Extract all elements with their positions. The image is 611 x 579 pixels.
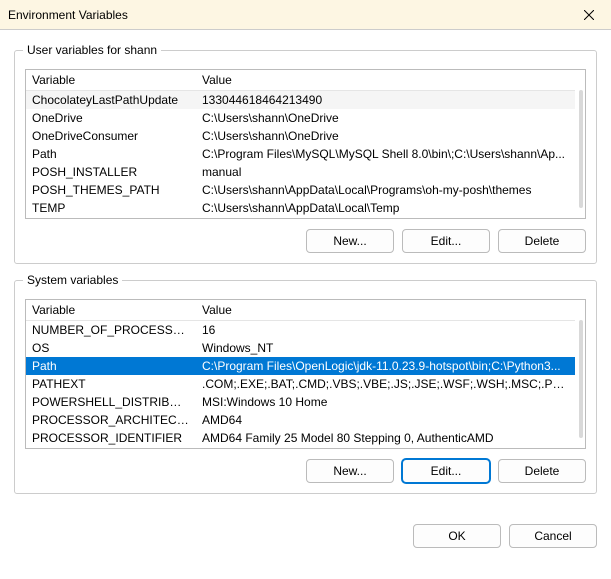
dialog-button-row: OK Cancel bbox=[0, 508, 611, 564]
scrollbar[interactable] bbox=[579, 320, 583, 438]
column-header-value[interactable]: Value bbox=[196, 70, 575, 91]
cell-variable: NUMBER_OF_PROCESSORS bbox=[26, 321, 196, 340]
user-button-row: New... Edit... Delete bbox=[25, 229, 586, 253]
close-button[interactable] bbox=[566, 0, 611, 30]
cell-variable: OneDrive bbox=[26, 109, 196, 127]
cell-variable: PROCESSOR_IDENTIFIER bbox=[26, 429, 196, 447]
user-variables-table: Variable Value ChocolateyLastPathUpdate … bbox=[26, 70, 575, 217]
cell-value: C:\Users\shann\AppData\Local\Programs\oh… bbox=[196, 181, 575, 199]
cell-value: manual bbox=[196, 163, 575, 181]
cell-value: .COM;.EXE;.BAT;.CMD;.VBS;.VBE;.JS;.JSE;.… bbox=[196, 375, 575, 393]
cell-value: Windows_NT bbox=[196, 339, 575, 357]
user-variables-list[interactable]: Variable Value ChocolateyLastPathUpdate … bbox=[25, 69, 586, 219]
system-edit-button[interactable]: Edit... bbox=[402, 459, 490, 483]
cell-value: C:\Program Files\OpenLogic\jdk-11.0.23.9… bbox=[196, 357, 575, 375]
column-header-value[interactable]: Value bbox=[196, 300, 575, 321]
cell-value: AMD64 Family 25 Model 80 Stepping 0, Aut… bbox=[196, 429, 575, 447]
user-new-button[interactable]: New... bbox=[306, 229, 394, 253]
table-row[interactable]: POWERSHELL_DISTRIBUTIO... MSI:Windows 10… bbox=[26, 393, 575, 411]
table-row[interactable]: OneDrive C:\Users\shann\OneDrive bbox=[26, 109, 575, 127]
cell-value: 133044618464213490 bbox=[196, 91, 575, 110]
cell-value: C:\Users\shann\AppData\Local\Temp bbox=[196, 199, 575, 217]
system-variables-group: System variables Variable Value NUMBER_O… bbox=[14, 280, 597, 494]
cell-variable: Path bbox=[26, 357, 196, 375]
cell-value: C:\Users\shann\OneDrive bbox=[196, 127, 575, 145]
system-variables-list[interactable]: Variable Value NUMBER_OF_PROCESSORS 16 O… bbox=[25, 299, 586, 449]
cell-variable: PROCESSOR_ARCHITECTURE bbox=[26, 411, 196, 429]
table-row[interactable]: Path C:\Program Files\MySQL\MySQL Shell … bbox=[26, 145, 575, 163]
system-button-row: New... Edit... Delete bbox=[25, 459, 586, 483]
close-icon bbox=[584, 10, 594, 20]
cell-variable: ChocolateyLastPathUpdate bbox=[26, 91, 196, 110]
cell-value: AMD64 bbox=[196, 411, 575, 429]
cancel-button[interactable]: Cancel bbox=[509, 524, 597, 548]
cell-variable: OneDriveConsumer bbox=[26, 127, 196, 145]
column-header-variable[interactable]: Variable bbox=[26, 300, 196, 321]
table-row[interactable]: OneDriveConsumer C:\Users\shann\OneDrive bbox=[26, 127, 575, 145]
cell-variable: POSH_INSTALLER bbox=[26, 163, 196, 181]
cell-value: C:\Users\shann\OneDrive bbox=[196, 109, 575, 127]
cell-variable: Path bbox=[26, 145, 196, 163]
user-edit-button[interactable]: Edit... bbox=[402, 229, 490, 253]
ok-button[interactable]: OK bbox=[413, 524, 501, 548]
cell-variable: TEMP bbox=[26, 199, 196, 217]
table-row[interactable]: POSH_THEMES_PATH C:\Users\shann\AppData\… bbox=[26, 181, 575, 199]
user-variables-group: User variables for shann Variable Value … bbox=[14, 50, 597, 264]
user-group-legend: User variables for shann bbox=[23, 43, 161, 57]
table-row[interactable]: ChocolateyLastPathUpdate 133044618464213… bbox=[26, 91, 575, 110]
window-title: Environment Variables bbox=[8, 8, 128, 22]
cell-variable: OS bbox=[26, 339, 196, 357]
cell-value: 16 bbox=[196, 321, 575, 340]
cell-value: C:\Program Files\MySQL\MySQL Shell 8.0\b… bbox=[196, 145, 575, 163]
dialog-content: User variables for shann Variable Value … bbox=[0, 30, 611, 508]
table-row[interactable]: TEMP C:\Users\shann\AppData\Local\Temp bbox=[26, 199, 575, 217]
cell-variable: POWERSHELL_DISTRIBUTIO... bbox=[26, 393, 196, 411]
table-row[interactable]: NUMBER_OF_PROCESSORS 16 bbox=[26, 321, 575, 340]
system-variables-table: Variable Value NUMBER_OF_PROCESSORS 16 O… bbox=[26, 300, 575, 447]
table-row[interactable]: POSH_INSTALLER manual bbox=[26, 163, 575, 181]
cell-value: MSI:Windows 10 Home bbox=[196, 393, 575, 411]
cell-variable: PATHEXT bbox=[26, 375, 196, 393]
table-row[interactable]: PROCESSOR_ARCHITECTURE AMD64 bbox=[26, 411, 575, 429]
scrollbar[interactable] bbox=[579, 90, 583, 208]
table-row[interactable]: PROCESSOR_IDENTIFIER AMD64 Family 25 Mod… bbox=[26, 429, 575, 447]
table-row[interactable]: PATHEXT .COM;.EXE;.BAT;.CMD;.VBS;.VBE;.J… bbox=[26, 375, 575, 393]
system-delete-button[interactable]: Delete bbox=[498, 459, 586, 483]
user-delete-button[interactable]: Delete bbox=[498, 229, 586, 253]
table-row[interactable]: OS Windows_NT bbox=[26, 339, 575, 357]
column-header-variable[interactable]: Variable bbox=[26, 70, 196, 91]
system-group-legend: System variables bbox=[23, 273, 122, 287]
system-new-button[interactable]: New... bbox=[306, 459, 394, 483]
titlebar: Environment Variables bbox=[0, 0, 611, 30]
cell-variable: POSH_THEMES_PATH bbox=[26, 181, 196, 199]
table-row[interactable]: Path C:\Program Files\OpenLogic\jdk-11.0… bbox=[26, 357, 575, 375]
